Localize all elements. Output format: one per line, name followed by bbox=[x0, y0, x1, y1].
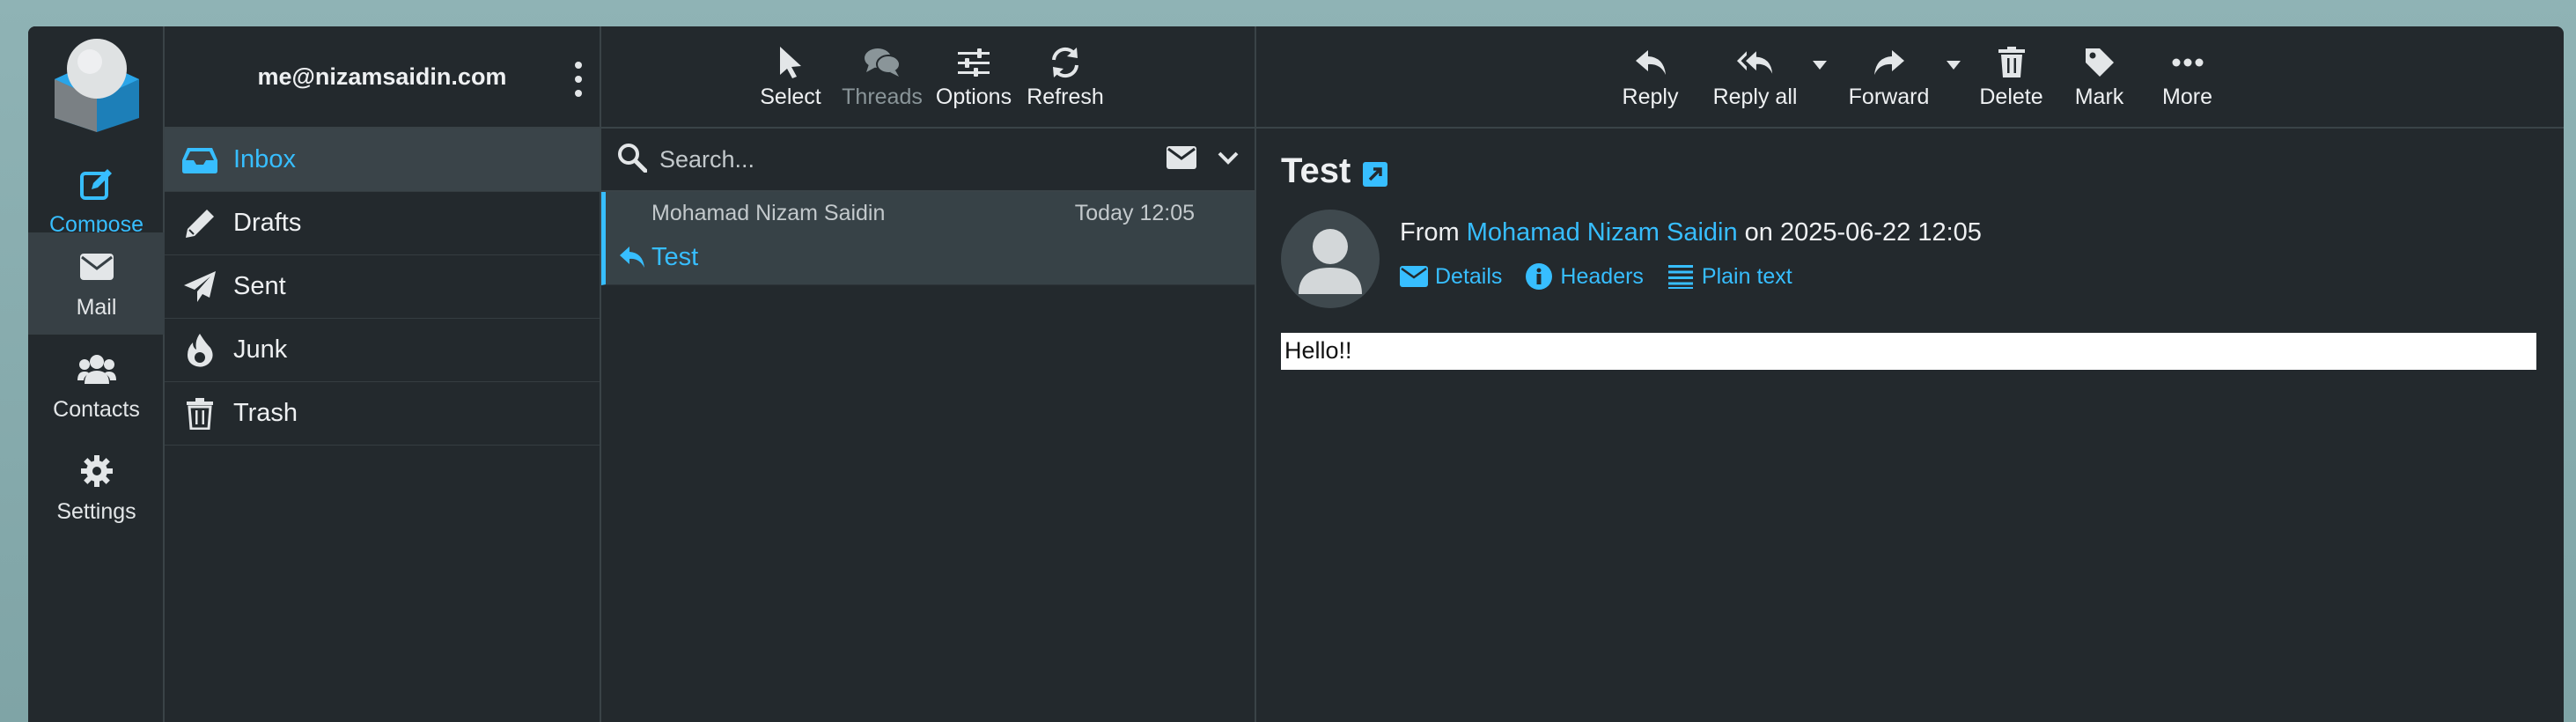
search-bar bbox=[601, 129, 1255, 192]
inbox-icon bbox=[182, 143, 217, 178]
folder-sent[interactable]: Sent bbox=[165, 255, 600, 319]
account-header: me@nizamsaidin.com bbox=[165, 26, 600, 129]
folder-label: Drafts bbox=[233, 209, 302, 237]
forward-dropdown-icon[interactable] bbox=[1946, 61, 1961, 70]
message-list-pane: Select Threads Options Refresh Search...… bbox=[601, 26, 1256, 722]
message-date: Today 12:05 bbox=[1074, 201, 1195, 225]
more-label: More bbox=[2162, 84, 2212, 109]
trash-icon bbox=[182, 396, 217, 431]
sender-avatar bbox=[1281, 210, 1380, 308]
refresh-icon bbox=[1047, 44, 1084, 81]
threads-button[interactable]: Threads bbox=[842, 33, 923, 121]
options-label: Options bbox=[935, 84, 1012, 109]
contacts-button[interactable]: Contacts bbox=[28, 335, 165, 437]
text-lines-icon bbox=[1667, 262, 1695, 291]
envelope-icon bbox=[1400, 262, 1428, 291]
more-button[interactable]: More bbox=[2147, 33, 2228, 121]
message-date-text: on 2025-06-22 12:05 bbox=[1744, 218, 1982, 247]
chevron-down-icon[interactable] bbox=[1218, 151, 1239, 169]
list-toolbar: Select Threads Options Refresh bbox=[601, 26, 1255, 129]
select-button[interactable]: Select bbox=[750, 33, 831, 121]
reading-pane: Reply Reply all Forward Delete Mark More… bbox=[1256, 26, 2564, 722]
forward-label: Forward bbox=[1848, 84, 1930, 109]
refresh-label: Refresh bbox=[1027, 84, 1104, 109]
folder-pane: me@nizamsaidin.com Inbox Drafts Sent Jun… bbox=[165, 26, 601, 722]
reply-all-button[interactable]: Reply all bbox=[1698, 33, 1827, 121]
from-line: From Mohamad Nizam Saidin on 2025-06-22 … bbox=[1400, 218, 1982, 247]
folder-label: Junk bbox=[233, 335, 288, 364]
from-prefix: From bbox=[1400, 218, 1460, 247]
search-input[interactable] bbox=[659, 145, 1167, 173]
pencil-icon bbox=[182, 206, 217, 241]
delete-label: Delete bbox=[1979, 84, 2043, 109]
open-in-new-window-icon[interactable] bbox=[1363, 161, 1388, 187]
message-sender: Mohamad Nizam Saidin bbox=[651, 201, 886, 225]
folder-label: Inbox bbox=[233, 145, 296, 173]
folder-label: Trash bbox=[233, 399, 298, 427]
select-label: Select bbox=[760, 84, 821, 109]
options-button[interactable]: Options bbox=[933, 33, 1014, 121]
header-links: Details Headers Plain text bbox=[1400, 262, 1792, 291]
folder-label: Sent bbox=[233, 272, 286, 300]
mail-label: Mail bbox=[76, 294, 117, 320]
folder-junk[interactable]: Junk bbox=[165, 319, 600, 382]
info-icon bbox=[1525, 262, 1553, 291]
replied-icon bbox=[618, 245, 648, 271]
contacts-label: Contacts bbox=[53, 396, 140, 422]
reply-all-icon bbox=[1736, 44, 1774, 81]
headers-label: Headers bbox=[1560, 263, 1644, 289]
plain-text-label: Plain text bbox=[1701, 263, 1792, 289]
reply-all-label: Reply all bbox=[1712, 84, 1798, 109]
contacts-icon bbox=[77, 350, 116, 388]
headers-link[interactable]: Headers bbox=[1525, 262, 1644, 291]
details-link[interactable]: Details bbox=[1400, 262, 1502, 291]
forward-button[interactable]: Forward bbox=[1832, 33, 1961, 121]
folder-drafts[interactable]: Drafts bbox=[165, 192, 600, 255]
settings-button[interactable]: Settings bbox=[28, 437, 165, 539]
message-toolbar: Reply Reply all Forward Delete Mark More bbox=[1256, 26, 2564, 129]
trash-icon bbox=[1993, 44, 2030, 81]
threads-label: Threads bbox=[842, 84, 923, 109]
message-title: Test bbox=[1281, 151, 1351, 190]
reply-icon bbox=[1632, 44, 1669, 81]
message-row[interactable]: Mohamad Nizam Saidin Today 12:05 Test bbox=[601, 192, 1255, 285]
forward-icon bbox=[1871, 44, 1908, 81]
reply-button[interactable]: Reply bbox=[1610, 33, 1691, 121]
fire-icon bbox=[182, 333, 217, 368]
app-logo[interactable] bbox=[48, 33, 146, 132]
sliders-icon bbox=[955, 44, 992, 81]
delete-button[interactable]: Delete bbox=[1971, 33, 2052, 121]
account-email: me@nizamsaidin.com bbox=[257, 63, 507, 90]
sender-link[interactable]: Mohamad Nizam Saidin bbox=[1467, 218, 1738, 247]
account-menu-icon[interactable] bbox=[570, 62, 587, 97]
app-rail: Compose Mail Contacts Settings bbox=[28, 26, 165, 722]
reply-label: Reply bbox=[1622, 84, 1679, 109]
tag-icon bbox=[2081, 44, 2118, 81]
mail-button[interactable]: Mail bbox=[28, 232, 165, 335]
cursor-icon bbox=[772, 44, 809, 81]
message-header: Test bbox=[1281, 151, 1388, 191]
message-subject: Test bbox=[651, 243, 699, 271]
search-icon bbox=[617, 143, 648, 177]
more-icon bbox=[2169, 44, 2206, 81]
reply-all-dropdown-icon[interactable] bbox=[1812, 61, 1827, 70]
paper-plane-icon bbox=[182, 269, 217, 305]
mark-label: Mark bbox=[2074, 84, 2124, 109]
message-body: Hello!! bbox=[1281, 333, 2536, 370]
settings-label: Settings bbox=[56, 498, 136, 524]
plain-text-link[interactable]: Plain text bbox=[1667, 262, 1792, 291]
gear-icon bbox=[77, 452, 116, 490]
mark-button[interactable]: Mark bbox=[2059, 33, 2140, 121]
threads-icon bbox=[864, 44, 901, 81]
folder-trash[interactable]: Trash bbox=[165, 382, 600, 446]
refresh-button[interactable]: Refresh bbox=[1025, 33, 1106, 121]
envelope-filter-icon[interactable] bbox=[1167, 145, 1196, 173]
details-label: Details bbox=[1435, 263, 1503, 289]
compose-icon bbox=[77, 165, 116, 203]
mail-window: Compose Mail Contacts Settings me@nizams… bbox=[28, 26, 2564, 722]
folder-inbox[interactable]: Inbox bbox=[165, 129, 600, 192]
mail-icon bbox=[77, 247, 116, 286]
